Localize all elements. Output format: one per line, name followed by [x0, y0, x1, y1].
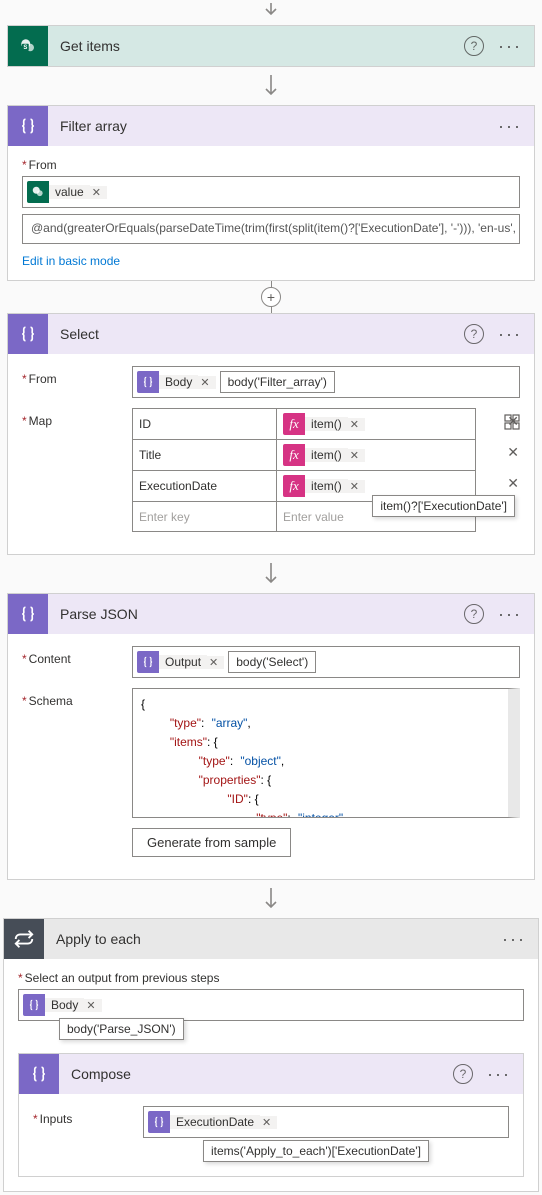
- braces-icon: [8, 594, 48, 634]
- edit-basic-mode-link[interactable]: Edit in basic mode: [22, 254, 120, 268]
- remove-token-icon[interactable]: ✕: [207, 656, 224, 669]
- from-input[interactable]: Body ✕ body('Filter_array'): [132, 366, 520, 398]
- action-header[interactable]: Parse JSON ? ···: [8, 594, 534, 634]
- action-title: Get items: [48, 38, 464, 54]
- select-output-label: Select an output from previous steps: [18, 971, 524, 985]
- inputs-label: Inputs: [33, 1106, 143, 1126]
- more-menu-icon[interactable]: ···: [494, 604, 534, 625]
- remove-token-icon[interactable]: ✕: [84, 999, 101, 1012]
- schema-label: Schema: [22, 688, 132, 708]
- map-table: ID fxitem()✕ ✕ Title fxitem()✕ ✕: [132, 408, 476, 532]
- map-key-cell[interactable]: ExecutionDate: [133, 471, 277, 502]
- item-token[interactable]: fxitem()✕: [283, 413, 365, 435]
- from-label: From: [22, 366, 132, 386]
- map-value-cell[interactable]: fxitem()✕ ✕: [277, 409, 476, 440]
- content-label: Content: [22, 646, 132, 666]
- delete-row-icon[interactable]: ✕: [507, 444, 519, 461]
- braces-icon: [8, 314, 48, 354]
- map-key-placeholder[interactable]: Enter key: [133, 502, 277, 532]
- output-token[interactable]: Output ✕: [137, 651, 224, 673]
- more-menu-icon[interactable]: ···: [494, 116, 534, 137]
- action-select: Select ? ··· From Body ✕ body('Filter_ar…: [7, 313, 535, 555]
- more-menu-icon[interactable]: ···: [494, 324, 534, 345]
- inputs-input[interactable]: ExecutionDate ✕: [143, 1106, 509, 1138]
- help-icon[interactable]: ?: [464, 604, 484, 624]
- braces-icon: [8, 106, 48, 146]
- map-key-cell[interactable]: ID: [133, 409, 277, 440]
- more-menu-icon[interactable]: ···: [498, 929, 538, 950]
- map-label: Map: [22, 408, 132, 428]
- expression-input[interactable]: @and(greaterOrEquals(parseDateTime(trim(…: [22, 214, 520, 244]
- item-token[interactable]: fxitem()✕: [283, 475, 365, 497]
- remove-token-icon[interactable]: ✕: [348, 480, 365, 493]
- token-tooltip: items('Apply_to_each')['ExecutionDate']: [203, 1140, 429, 1162]
- action-parse-json: Parse JSON ? ··· Content Output ✕ body('…: [7, 593, 535, 880]
- body-token[interactable]: Body ✕: [23, 994, 102, 1016]
- remove-token-icon[interactable]: ✕: [348, 418, 365, 431]
- delete-row-icon[interactable]: ✕: [507, 475, 519, 492]
- generate-sample-button[interactable]: Generate from sample: [132, 828, 291, 857]
- remove-token-icon[interactable]: ✕: [260, 1116, 277, 1129]
- action-title: Parse JSON: [48, 606, 464, 622]
- help-icon[interactable]: ?: [464, 36, 484, 56]
- action-header[interactable]: Select ? ···: [8, 314, 534, 354]
- action-title: Filter array: [48, 118, 494, 134]
- help-icon[interactable]: ?: [453, 1064, 473, 1084]
- action-title: Compose: [59, 1066, 453, 1082]
- loop-icon: [4, 919, 44, 959]
- item-token[interactable]: fxitem()✕: [283, 444, 365, 466]
- remove-token-icon[interactable]: ✕: [198, 376, 215, 389]
- token-tooltip: body('Filter_array'): [220, 371, 335, 393]
- more-menu-icon[interactable]: ···: [494, 36, 534, 57]
- body-token[interactable]: Body ✕: [137, 371, 216, 393]
- select-output-input[interactable]: Body ✕ body('Parse_JSON'): [18, 989, 524, 1021]
- map-key-cell[interactable]: Title: [133, 440, 277, 471]
- map-value-cell[interactable]: fxitem()✕ ✕ item()?['ExecutionDate']: [277, 471, 476, 502]
- action-title: Select: [48, 326, 464, 342]
- token-tooltip: body('Parse_JSON'): [59, 1018, 184, 1040]
- action-header[interactable]: Filter array ···: [8, 106, 534, 146]
- action-header[interactable]: Compose ? ···: [19, 1054, 523, 1094]
- executiondate-token[interactable]: ExecutionDate ✕: [148, 1111, 277, 1133]
- action-compose: Compose ? ··· Inputs ExecutionDate ✕ ite…: [18, 1053, 524, 1177]
- schema-input[interactable]: { "type": "array", "items": { "type": "o…: [132, 688, 520, 818]
- svg-text:S: S: [23, 45, 27, 51]
- map-row: Title fxitem()✕ ✕: [133, 440, 476, 471]
- action-title: Apply to each: [44, 931, 498, 947]
- from-label: From: [22, 158, 520, 172]
- remove-token-icon[interactable]: ✕: [90, 186, 107, 199]
- more-menu-icon[interactable]: ···: [483, 1064, 523, 1085]
- value-token[interactable]: value ✕: [27, 181, 107, 203]
- action-apply-to-each: Apply to each ··· Select an output from …: [3, 918, 539, 1192]
- map-value-cell[interactable]: fxitem()✕ ✕: [277, 440, 476, 471]
- from-input[interactable]: value ✕: [22, 176, 520, 208]
- sharepoint-icon: S: [8, 26, 48, 66]
- delete-row-icon[interactable]: ✕: [507, 413, 519, 430]
- map-row: ID fxitem()✕ ✕: [133, 409, 476, 440]
- map-row: ExecutionDate fxitem()✕ ✕ item()?['Execu…: [133, 471, 476, 502]
- token-tooltip: item()?['ExecutionDate']: [372, 495, 515, 517]
- action-get-items[interactable]: S Get items ? ···: [7, 25, 535, 67]
- content-input[interactable]: Output ✕ body('Select'): [132, 646, 520, 678]
- add-step-button[interactable]: +: [3, 281, 539, 313]
- remove-token-icon[interactable]: ✕: [348, 449, 365, 462]
- action-header[interactable]: Apply to each ···: [4, 919, 538, 959]
- token-tooltip: body('Select'): [228, 651, 316, 673]
- braces-icon: [19, 1054, 59, 1094]
- help-icon[interactable]: ?: [464, 324, 484, 344]
- action-filter-array: Filter array ··· From value ✕ @and(great…: [7, 105, 535, 281]
